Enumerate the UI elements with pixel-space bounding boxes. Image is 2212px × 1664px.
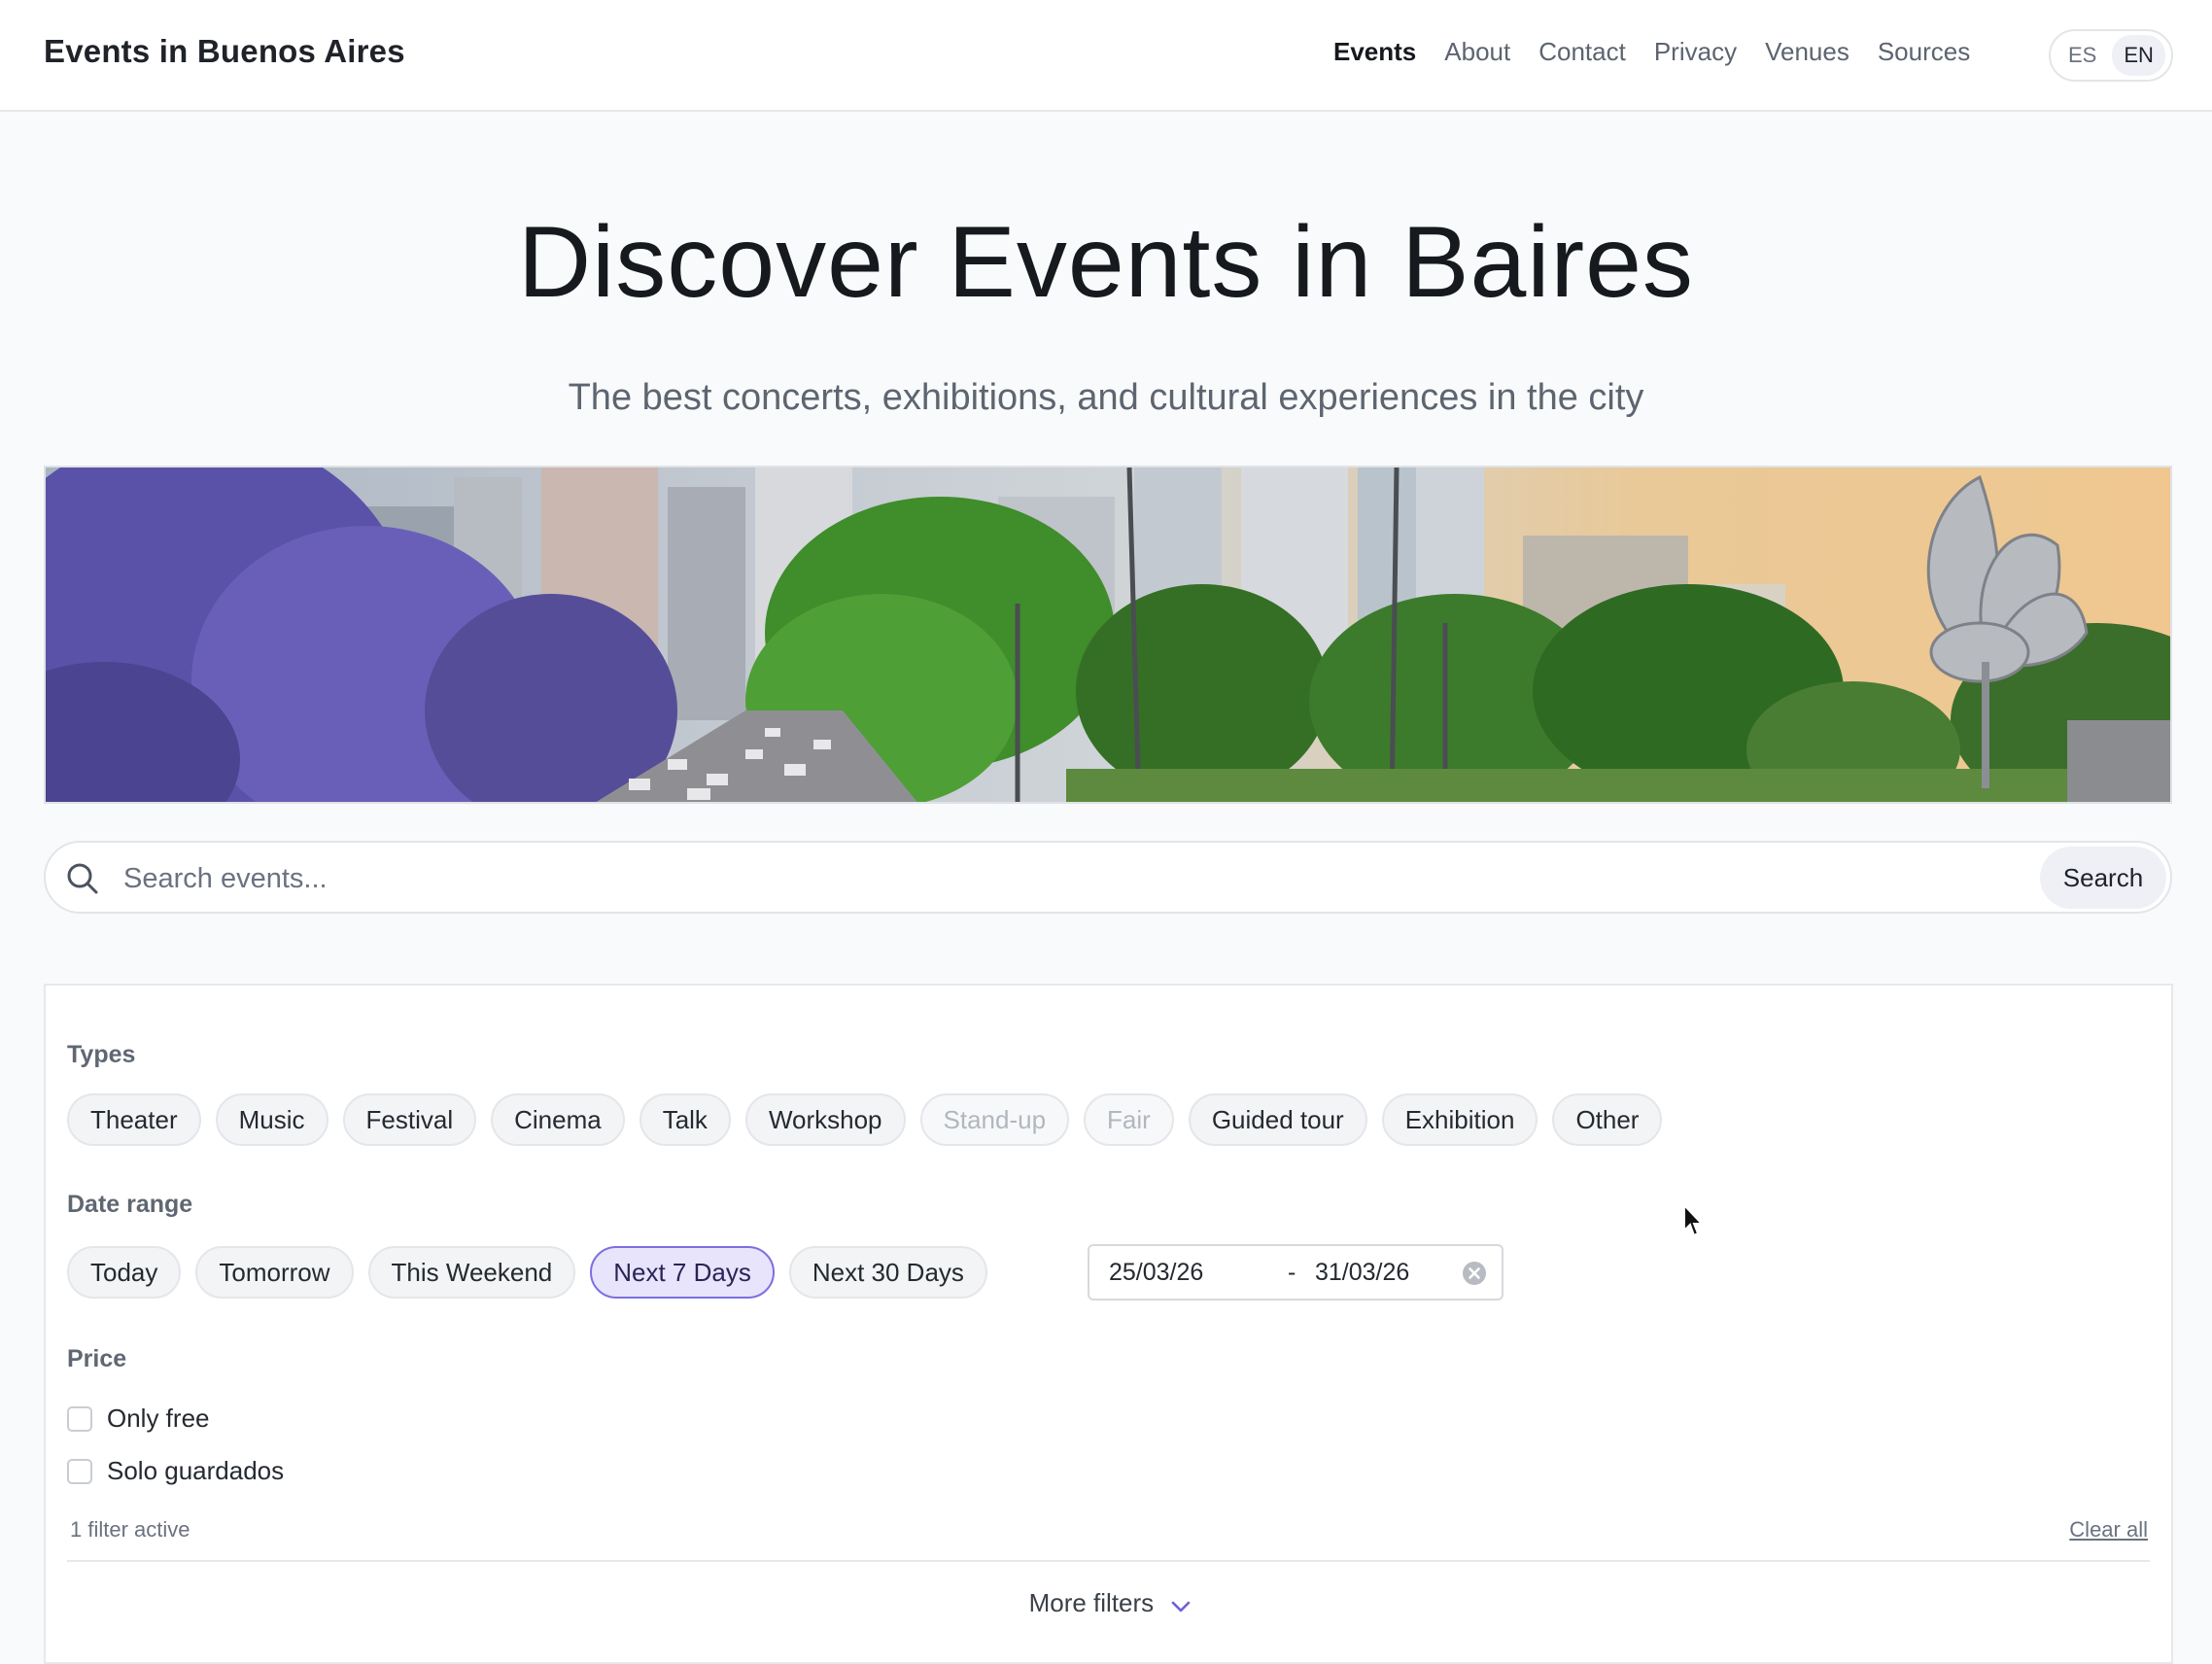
- type-chip-theater[interactable]: Theater: [67, 1093, 201, 1146]
- lang-es-button[interactable]: ES: [2056, 35, 2108, 76]
- saved-only-label: Solo guardados: [107, 1456, 285, 1485]
- date-chip-next-7-days[interactable]: Next 7 Days: [590, 1246, 775, 1299]
- date-end-value: 31/03/26: [1315, 1259, 1410, 1286]
- type-chip-music[interactable]: Music: [215, 1093, 328, 1146]
- filters-panel: Types Theater Music Festival Cinema Talk…: [44, 984, 2173, 1664]
- nav-venues[interactable]: Venues: [1765, 37, 1849, 67]
- type-chip-fair: Fair: [1084, 1093, 1174, 1146]
- date-chip-this-weekend[interactable]: This Weekend: [367, 1246, 576, 1299]
- hero-banner-image: [44, 466, 2172, 804]
- type-chip-stand-up: Stand-up: [919, 1093, 1070, 1146]
- language-switcher: ES EN: [2049, 29, 2173, 82]
- type-chip-exhibition[interactable]: Exhibition: [1381, 1093, 1538, 1146]
- more-filters-toggle[interactable]: More filters: [46, 1588, 2175, 1620]
- hero-subtitle: The best concerts, exhibitions, and cult…: [568, 377, 1644, 418]
- search-bar: Search: [44, 841, 2172, 914]
- types-label: Types: [67, 1041, 136, 1068]
- nav-contact[interactable]: Contact: [1538, 37, 1626, 67]
- date-preset-chips: Today Tomorrow This Weekend Next 7 Days …: [67, 1246, 987, 1299]
- price-label: Price: [67, 1345, 127, 1372]
- search-input[interactable]: [121, 852, 1972, 905]
- type-chip-workshop[interactable]: Workshop: [744, 1093, 906, 1146]
- date-chip-tomorrow[interactable]: Tomorrow: [195, 1246, 354, 1299]
- saved-only-checkbox[interactable]: [67, 1458, 92, 1484]
- chevron-down-icon: [1170, 1590, 1192, 1620]
- date-range-picker[interactable]: 25/03/26 - 31/03/26: [1088, 1244, 1503, 1300]
- saved-only-row[interactable]: Solo guardados: [67, 1456, 284, 1486]
- date-range-label: Date range: [67, 1191, 193, 1218]
- date-chip-next-30-days[interactable]: Next 30 Days: [788, 1246, 987, 1299]
- nav-sources[interactable]: Sources: [1878, 37, 1970, 67]
- panel-divider: [67, 1560, 2150, 1562]
- type-chips: Theater Music Festival Cinema Talk Works…: [67, 1093, 1663, 1146]
- only-free-row[interactable]: Only free: [67, 1404, 210, 1434]
- clear-all-link[interactable]: Clear all: [2069, 1517, 2148, 1543]
- main-nav: Events About Contact Privacy Venues Sour…: [1333, 37, 1970, 67]
- date-separator: -: [1288, 1259, 1296, 1286]
- lang-en-button[interactable]: EN: [2112, 35, 2165, 76]
- type-chip-festival[interactable]: Festival: [342, 1093, 477, 1146]
- nav-events[interactable]: Events: [1333, 37, 1416, 67]
- type-chip-cinema[interactable]: Cinema: [491, 1093, 625, 1146]
- only-free-label: Only free: [107, 1404, 210, 1433]
- clear-date-icon[interactable]: [1462, 1261, 1487, 1293]
- only-free-checkbox[interactable]: [67, 1405, 92, 1432]
- type-chip-other[interactable]: Other: [1552, 1093, 1663, 1146]
- site-title[interactable]: Events in Buenos Aires: [44, 33, 405, 70]
- active-filter-count: 1 filter active: [70, 1517, 190, 1542]
- nav-privacy[interactable]: Privacy: [1654, 37, 1737, 67]
- type-chip-guided-tour[interactable]: Guided tour: [1188, 1093, 1367, 1146]
- nav-about[interactable]: About: [1444, 37, 1510, 67]
- top-header: Events in Buenos Aires Events About Cont…: [0, 0, 2212, 112]
- search-icon: [65, 861, 100, 901]
- date-start-value: 25/03/26: [1109, 1259, 1204, 1286]
- date-chip-today[interactable]: Today: [67, 1246, 182, 1299]
- hero-title: Discover Events in Baires: [518, 206, 1694, 319]
- search-button[interactable]: Search: [2040, 847, 2166, 909]
- type-chip-talk[interactable]: Talk: [639, 1093, 731, 1146]
- mouse-cursor-icon: [1682, 1202, 1706, 1243]
